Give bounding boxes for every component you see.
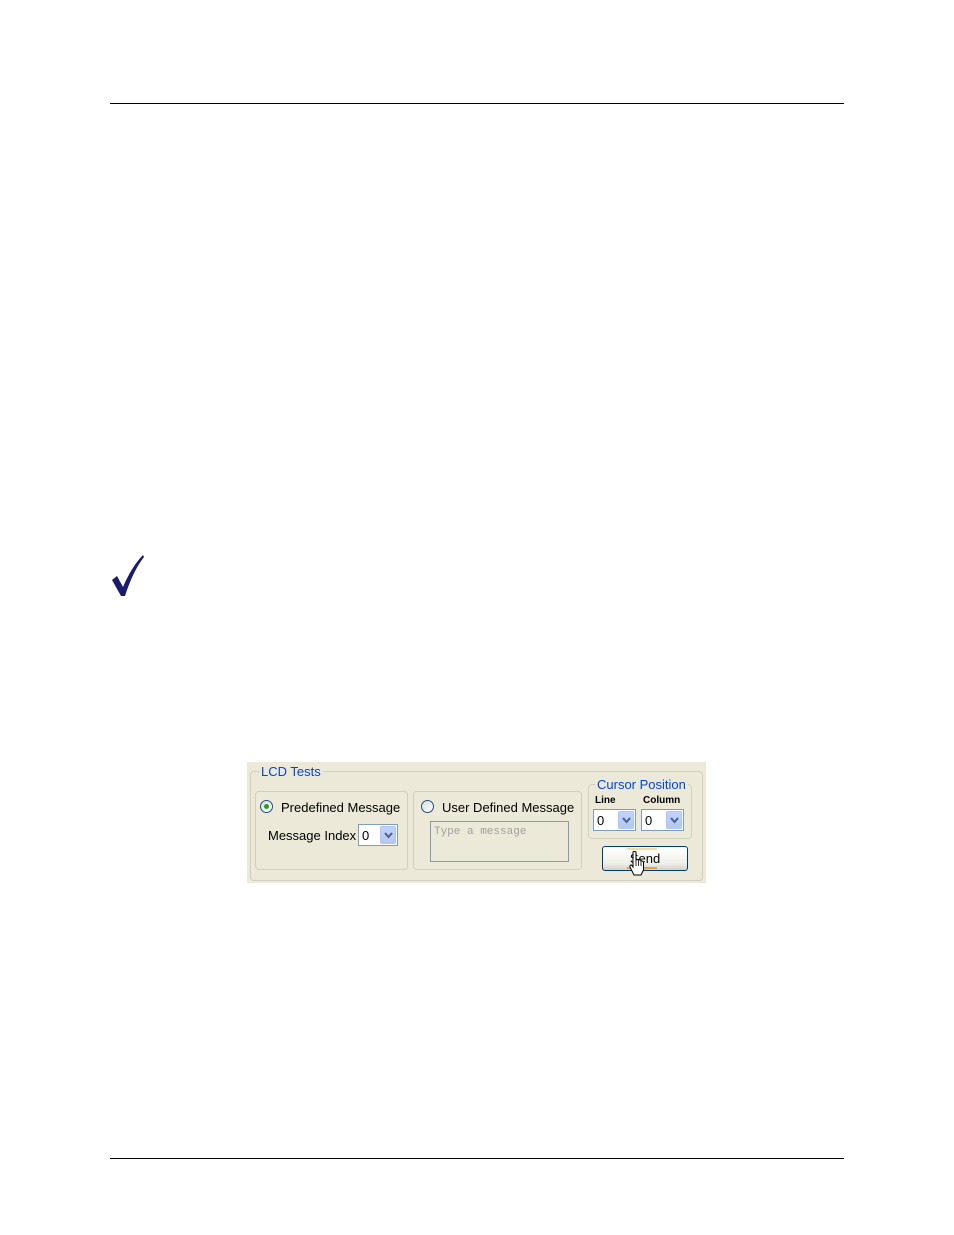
column-label: Column [643, 795, 681, 806]
radio-selected-dot [264, 804, 269, 809]
cursor-position-title: Cursor Position [595, 777, 688, 792]
send-button[interactable]: Send [602, 846, 688, 871]
user-defined-message-radio[interactable] [421, 800, 434, 813]
chevron-down-icon [384, 832, 393, 839]
message-index-label: Message Index [268, 828, 357, 843]
user-defined-message-label[interactable]: User Defined Message [442, 800, 574, 815]
column-combo[interactable]: 0 [641, 809, 684, 831]
chevron-down-icon [670, 817, 679, 824]
column-value: 0 [645, 813, 653, 828]
line-combo[interactable]: 0 [593, 809, 636, 831]
header-rule [110, 103, 844, 104]
checkmark-icon [112, 555, 144, 596]
message-text-field[interactable]: Type a message [430, 821, 569, 862]
predefined-message-label[interactable]: Predefined Message [281, 800, 400, 815]
button-hover-highlight [627, 848, 657, 850]
message-index-dropdown-button[interactable] [380, 826, 396, 844]
column-dropdown-button[interactable] [666, 811, 682, 829]
hand-pointer-icon [629, 851, 644, 876]
line-label: Line [595, 795, 616, 806]
chevron-down-icon [622, 817, 631, 824]
message-index-combo[interactable]: 0 [358, 824, 398, 846]
line-value: 0 [597, 813, 605, 828]
message-index-value: 0 [362, 828, 370, 843]
footer-rule [110, 1158, 844, 1159]
lcd-tests-title: LCD Tests [259, 764, 323, 779]
lcd-tests-panel: LCD Tests Predefined Message Message Ind… [247, 762, 706, 883]
predefined-message-radio[interactable] [260, 800, 273, 813]
line-dropdown-button[interactable] [618, 811, 634, 829]
